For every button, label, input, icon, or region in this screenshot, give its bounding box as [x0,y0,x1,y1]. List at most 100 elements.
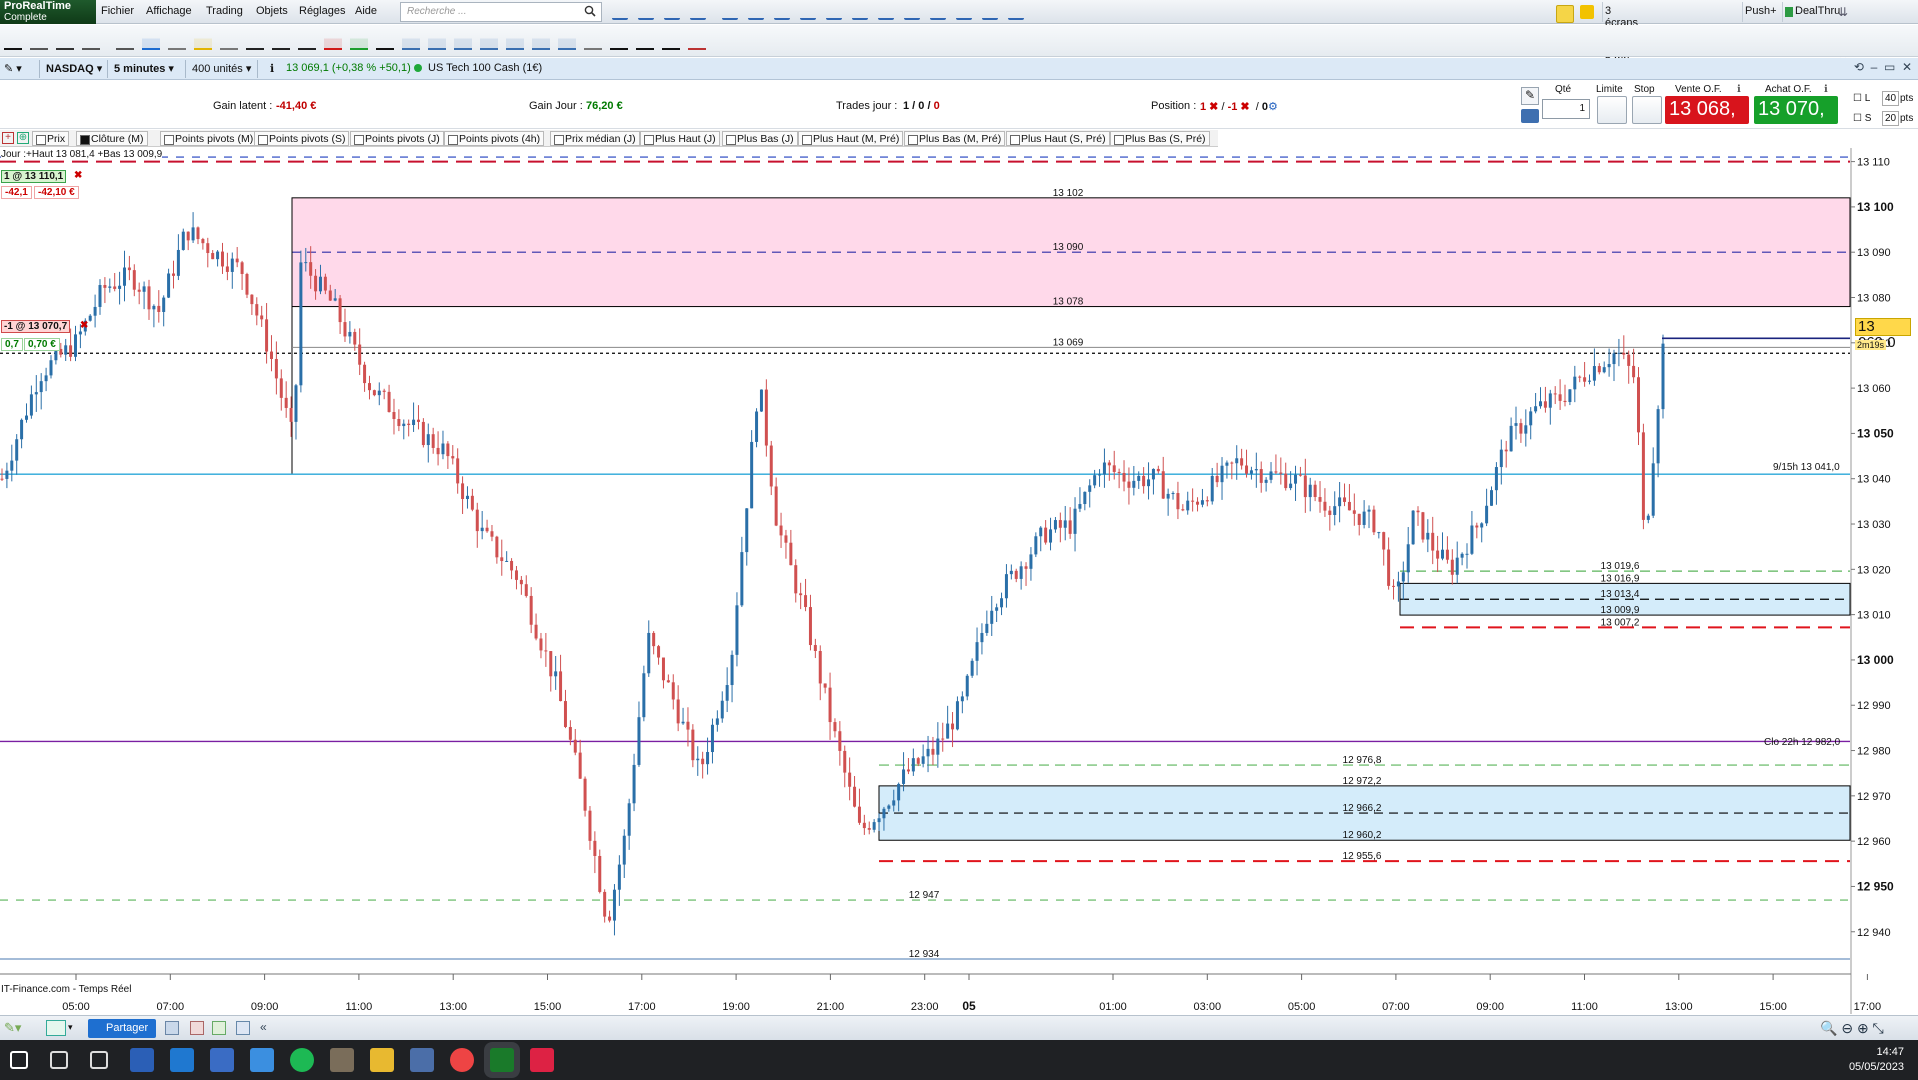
menu-aide[interactable]: Aide [355,5,377,17]
brush-icon[interactable] [116,32,134,50]
windows-start-icon[interactable] [10,1051,28,1069]
chart-type-icon[interactable]: ✎ ▾ [0,60,40,78]
timeframe-selector[interactable]: 5 minutes ▾ [110,60,186,78]
menu-objets[interactable]: Objets [256,5,288,17]
chrome-icon[interactable] [450,1048,474,1072]
indicator-prix-m-dian-j[interactable]: Prix médian (J) [550,131,640,146]
menubar-fork-icon[interactable] [774,4,790,20]
menubar-cursor-icon[interactable] [638,4,654,20]
menubar-slope-icon[interactable] [956,4,972,20]
line-icon[interactable] [662,32,680,50]
sell-arrow-icon[interactable] [324,32,342,50]
chart-canvas[interactable]: 13 102 13 090 13 078 13 069 13 019,613 016,9… [0,148,1918,1014]
flag-icon[interactable] [1580,5,1594,19]
copy-icon[interactable] [168,32,186,50]
screens-button[interactable]: 3 écrans 8 indices 5 mn [1602,2,1641,65]
menu-reglages[interactable]: Réglages [299,5,345,17]
ray-icon[interactable] [272,32,290,50]
pen-icon[interactable] [4,32,22,50]
search-input[interactable]: Recherche ... [400,2,602,22]
stop-order-button[interactable] [1632,96,1662,124]
scroll-left-icon[interactable]: « [260,1020,267,1034]
indicators-icon[interactable] [190,1021,204,1035]
rectangle-icon[interactable] [584,32,602,50]
regression-icon[interactable] [558,32,576,50]
units-selector[interactable]: 400 unités ▾ [188,60,258,78]
ellipse-icon[interactable] [610,32,628,50]
menubar-arrow-icon[interactable] [982,4,998,20]
ticker-selector[interactable]: NASDAQ ▾ [42,60,108,78]
fibonacci-icon[interactable] [454,32,472,50]
measure-icon[interactable] [82,32,100,50]
menubar-pencil-icon[interactable] [612,4,628,20]
info-icon[interactable]: ℹ [266,60,282,78]
gimp-icon[interactable] [330,1048,354,1072]
news-icon[interactable] [170,1048,194,1072]
fan-icon[interactable] [480,32,498,50]
long-checkbox[interactable]: ☐ L [1853,93,1870,104]
menu-trading[interactable]: Trading [206,5,243,17]
add-indicator-icon[interactable]: + [2,132,14,144]
keyboard-icon[interactable] [1521,109,1539,123]
close-short-icon[interactable]: ✖ [1237,101,1249,113]
horizontal-line-icon[interactable] [402,32,420,50]
cursor-icon[interactable] [30,32,48,50]
close-long-icon[interactable]: ✖ [1206,101,1218,113]
sell-info-icon[interactable]: ℹ [1737,84,1741,95]
indicator-plus-bas-j[interactable]: Plus Bas (J) [722,131,798,146]
search-icon[interactable] [584,5,596,17]
close-short-order-icon[interactable]: ✖ [80,320,88,331]
indicator-points-pivots-j[interactable]: Points pivots (J) [350,131,444,146]
menubar-line-icon[interactable] [930,4,946,20]
indicator-points-pivots-s[interactable]: Points pivots (S) [254,131,350,146]
close-long-order-icon[interactable]: ✖ [74,170,82,181]
menubar-fan-icon[interactable] [852,4,868,20]
delete-icon[interactable] [220,32,238,50]
chart-style-dropdown[interactable]: ▾ [68,1022,73,1033]
menubar-channel-icon[interactable] [800,4,816,20]
indicator-cl-ture-m[interactable]: Clôture (M) [76,131,148,146]
share-button[interactable]: Partager [88,1019,156,1038]
chart-window-controls[interactable]: ⟲ – ▭ ✕ [1854,60,1912,74]
menubar-vline-icon[interactable] [748,4,764,20]
alarm-icon[interactable] [194,32,212,50]
zoom-icons[interactable]: 🔍 ⊖ ⊕ ⤡ [1820,1020,1884,1037]
limit-order-button[interactable] [1597,96,1627,124]
prorealtime-icon[interactable] [490,1048,514,1072]
indicator-points-pivots-m[interactable]: Points pivots (M) [160,131,258,146]
push-button[interactable]: Push+ [1742,2,1779,22]
indicator-plus-haut-j[interactable]: Plus Haut (J) [640,131,720,146]
segment-icon[interactable] [298,32,316,50]
menubar-measure-icon[interactable] [1008,4,1024,20]
pencil-icon[interactable]: ✎▾ [4,1020,21,1036]
indicator-plus-bas-m-pr[interactable]: Plus Bas (M, Pré) [904,131,1006,146]
wrench-icon[interactable]: ✎ [1521,87,1539,105]
menubar-rect-icon[interactable] [878,4,894,20]
system-clock[interactable]: 14:47 05/05/2023 [1849,1045,1904,1075]
explorer-icon[interactable] [210,1048,234,1072]
calculator-icon[interactable] [410,1048,434,1072]
text-icon[interactable] [636,32,654,50]
indicator-prix[interactable]: Prix [32,131,70,146]
channel-icon[interactable] [428,32,446,50]
magnet-icon[interactable] [688,32,706,50]
long-pts-input[interactable]: 40 [1882,91,1900,106]
menubar-fib-icon[interactable] [826,4,842,20]
vertical-line-icon[interactable] [506,32,524,50]
indicator-plus-bas-s-pr[interactable]: Plus Bas (S, Pré) [1110,131,1210,146]
pitchfork-icon[interactable] [532,32,550,50]
spotify-icon[interactable] [290,1048,314,1072]
screenshot-icon[interactable] [165,1021,179,1035]
sell-button[interactable]: 13 068, [1665,96,1749,124]
menu-fichier[interactable]: Fichier [101,5,134,17]
menu-affichage[interactable]: Affichage [146,5,192,17]
short-checkbox[interactable]: ☐ S [1853,113,1871,124]
short-order-label[interactable]: -1 @ 13 070,7 [1,320,71,333]
menubar-hline-icon[interactable] [722,4,738,20]
chart-style-icon[interactable] [46,1020,66,1036]
buy-arrow-icon[interactable] [350,32,368,50]
layout-icon[interactable] [236,1021,250,1035]
menubar-ruler-icon[interactable] [690,4,706,20]
task-view-icon[interactable] [90,1051,108,1069]
word-icon[interactable] [130,1048,154,1072]
